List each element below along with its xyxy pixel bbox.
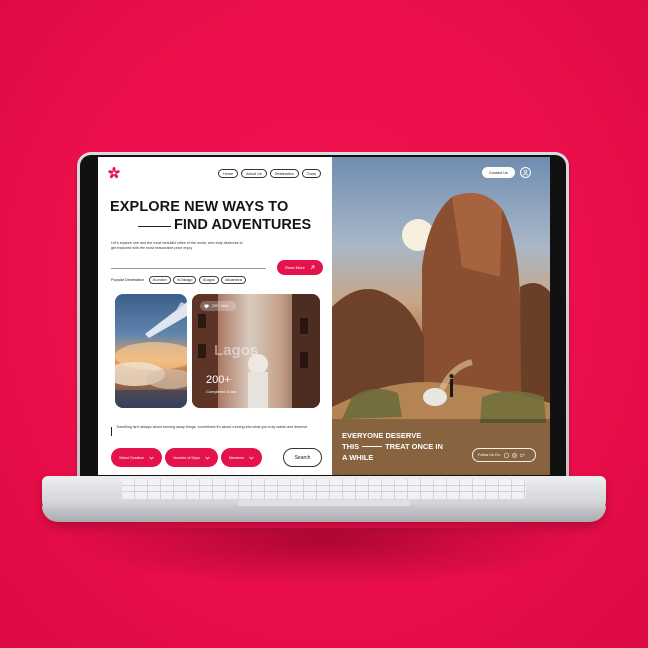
desert-photo-art [332,193,550,475]
keyboard-row-line [122,485,526,486]
left-panel: Home About Us Destination Tours EXPLORE … [98,157,332,475]
banner-tagline: EVERYONE DESERVE THIS TREAT ONCE IN A WH… [342,430,443,463]
filter-label: Number of Days [173,455,200,460]
tag-chicago[interactable]: #Chicago [173,276,197,284]
chevron-down-icon [205,456,210,459]
main-nav: Home About Us Destination Tours [218,169,322,178]
keyboard-row-line [122,491,526,492]
user-icon [522,169,529,176]
read-more-button[interactable]: Read More [277,260,323,275]
follow-us-bar: Follow Us On: [472,448,536,462]
facebook-icon[interactable] [503,452,509,458]
number-of-days-dropdown[interactable]: Number of Days [165,448,218,467]
heart-icon [204,304,209,308]
tours-count: 200+ [206,374,231,386]
hero-intro: Let's explore one and the most beautiful… [111,241,243,250]
instagram-icon[interactable] [511,452,517,458]
tagline-line2b: TREAT ONCE IN [385,442,443,451]
popular-label: Popular Destination [111,278,145,282]
tagline-line2a: THIS [342,442,360,451]
tagline-line1: EVERYONE DESERVE [342,431,422,440]
tag-anambra[interactable]: #Anambra [221,276,246,284]
popular-destinations: Popular Destination #London #Chicago #La… [111,276,246,284]
nav-destination[interactable]: Destination [269,169,299,178]
filter-label: Members [228,455,245,460]
plane-photo-art [115,302,187,408]
title-divider [138,226,171,227]
select-duration-dropdown[interactable]: Select Duration [111,448,163,467]
likes-count: 200+ Likes [212,304,229,308]
tag-lagos[interactable]: #Lagos [198,276,219,284]
user-profile-button[interactable] [520,167,531,178]
floor-shadow [60,528,588,588]
tours-label: Completed Tours [206,389,237,394]
hero-title-line1: EXPLORE NEW WAYS TO [110,199,289,215]
plane-window-photo [115,294,187,408]
read-more-label: Read More [285,265,305,270]
filter-bar: Select Duration Number of Days Members [111,448,263,467]
intro-divider [111,268,266,269]
likes-badge: 200+ Likes [200,301,236,311]
quote-bar [111,427,113,436]
chevron-down-icon [249,456,254,459]
laptop-base-lip [42,506,606,522]
flower-logo-icon[interactable] [107,166,121,180]
laptop-screen: Home About Us Destination Tours EXPLORE … [98,157,550,475]
arrow-up-right-icon [310,265,315,270]
lagos-city-photo: 200+ Likes Lagos 200+ Completed Tours [192,294,320,408]
tagline-line2: THIS TREAT ONCE IN [342,441,443,452]
nav-tours[interactable]: Tours [301,169,322,178]
chevron-down-icon [149,456,154,459]
tag-london[interactable]: #London [148,276,171,284]
follow-label: Follow Us On: [478,453,501,457]
search-button[interactable]: Search [283,448,322,467]
tagline-line3: A WHILE [342,453,374,462]
city-watermark: Lagos [214,342,259,359]
members-dropdown[interactable]: Members [220,448,263,467]
laptop-keyboard [122,479,526,499]
hero-title-line2: FIND ADVENTURES [174,217,312,233]
tagline-divider [362,446,383,447]
filter-label: Select Duration [119,455,145,460]
nav-home[interactable]: Home [218,169,239,178]
desert-hero-photo: Contact Us EVERYONE DESERVE THIS TREAT O… [332,157,550,475]
contact-us-button[interactable]: Contact Us [482,167,515,178]
travel-quote: Travelling isn't always about running aw… [116,425,308,429]
nav-about-us[interactable]: About Us [241,169,267,178]
twitter-icon[interactable] [519,453,525,458]
